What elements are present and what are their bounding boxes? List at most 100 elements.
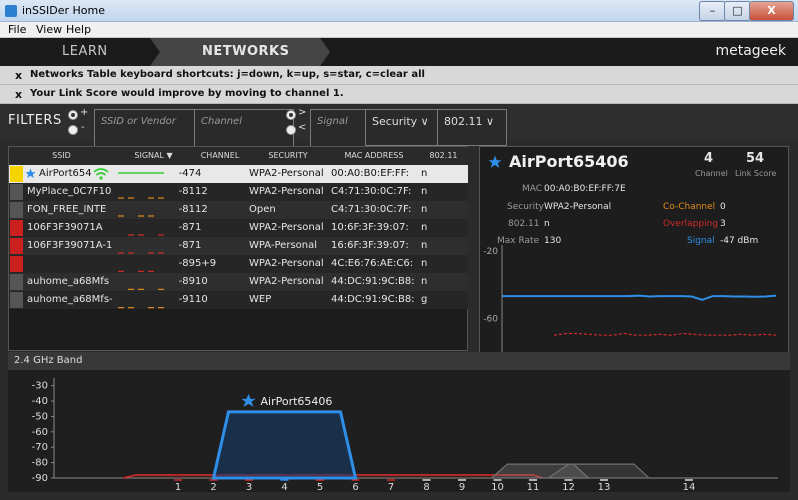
- ssid-cell: 106F3F39071A-1: [27, 240, 113, 251]
- menu-file[interactable]: File: [8, 23, 26, 36]
- security-value: WPA2-Personal: [544, 202, 612, 212]
- x-tick-label: 7: [388, 482, 394, 492]
- table-row[interactable]: auhome_a68Mfs- -91 10 WEP 44:DC:91:9C:B8: g: [9, 291, 468, 309]
- y-tick-label: -70: [32, 442, 48, 453]
- ssid-include-radio[interactable]: [68, 110, 78, 120]
- mode-label: 802.11: [444, 115, 483, 128]
- mac-cell: 44:DC:91:9C:B8:: [331, 294, 415, 305]
- security-cell: WEP: [249, 294, 272, 305]
- y-tick-label: -20: [483, 247, 498, 257]
- signal-sparkline: [118, 307, 164, 309]
- table-row[interactable]: -89 5+9 WPA2-Personal 4C:E6:76:AE:C6: n: [9, 255, 468, 273]
- ssid-cell: auhome_a68Mfs-: [27, 294, 113, 305]
- channel-cell: 1: [195, 222, 202, 233]
- mode-cell: n: [421, 186, 428, 197]
- signal-sparkline: [118, 270, 154, 272]
- security-dropdown[interactable]: Security ∨: [365, 109, 441, 146]
- signal-gt-radio[interactable]: [286, 110, 296, 120]
- menu-view[interactable]: View: [36, 23, 62, 36]
- wifi-icon: [93, 168, 109, 180]
- star-icon[interactable]: [488, 155, 502, 169]
- security-cell: WPA2-Personal: [249, 168, 324, 179]
- col-channel[interactable]: CHANNEL: [193, 147, 248, 165]
- ssid-cell: 106F3F39071A: [27, 222, 103, 233]
- notice-shortcuts: x Networks Table keyboard shortcuts: j=d…: [0, 66, 798, 85]
- mac-cell: 16:6F:3F:39:07:: [331, 240, 409, 251]
- table-row[interactable]: AirPort654 -47 4 WPA2-Personal 00:A0:B0:EF:F…: [9, 165, 468, 183]
- signal-sparkline: [118, 197, 164, 199]
- table-row[interactable]: MyPlace_0C7F10 -81 12 WPA2-Personal C4:71:30…: [9, 183, 468, 201]
- ssid-cell: FON_FREE_INTE: [27, 204, 107, 215]
- mode-value: n: [544, 219, 550, 229]
- table-row[interactable]: auhome_a68Mfs -89 10 WPA2-Personal 44:DC:91:…: [9, 273, 468, 291]
- security-cell: WPA2-Personal: [249, 276, 324, 287]
- ssid-vendor-input[interactable]: SSID or Vendor: [94, 109, 198, 148]
- mac-cell: 00:A0:B0:EF:FF:: [331, 168, 410, 179]
- y-tick-label: -50: [32, 411, 48, 422]
- security-cell: WPA2-Personal: [249, 222, 324, 233]
- col-security[interactable]: SECURITY: [247, 147, 330, 165]
- network-color-swatch: [10, 184, 23, 200]
- network-color-swatch: [10, 166, 23, 182]
- x-tick-label: 2: [210, 482, 216, 492]
- signal-input[interactable]: Signal: [310, 109, 372, 148]
- col-mode[interactable]: 802.11: [419, 147, 468, 165]
- mac-value: 00:A0:B0:EF:FF:7E: [544, 184, 626, 194]
- signal-lt-radio[interactable]: [286, 125, 296, 135]
- dismiss-notice-button[interactable]: x: [15, 88, 22, 101]
- close-button[interactable]: X: [749, 1, 794, 21]
- channel-input[interactable]: Channel: [194, 109, 294, 148]
- network-details-panel: AirPort65406 4 Channel 54 Link Score MAC…: [479, 146, 789, 353]
- filters-bar: FILTERS + - SSID or Vendor Channel > < S…: [0, 104, 798, 148]
- network-color-swatch: [10, 202, 23, 218]
- table-row[interactable]: FON_FREE_INTE -81 12 Open C4:71:30:0C:7F: n: [9, 201, 468, 219]
- mode-label: 802.11: [508, 219, 540, 229]
- band-chart: -30-40-50-60-70-80-901 2 3 4 5 6 7 8 9 10 11 12 13 14…: [32, 378, 778, 493]
- maximize-button[interactable]: □: [724, 1, 751, 21]
- network-color-swatch: [10, 292, 23, 308]
- mode-dropdown[interactable]: 802.11 ∨: [437, 109, 507, 146]
- ssid-cell: AirPort654: [39, 168, 92, 179]
- channel-band-graph: -30 -40 -50 -60 -70 -80 -90 1 2 3 4 5 6 7 8 9 10 11 12 13 14…: [8, 370, 790, 493]
- star-icon[interactable]: [25, 168, 36, 179]
- menu-help[interactable]: Help: [66, 23, 91, 36]
- security-label: Security: [507, 202, 544, 212]
- overlap-series-line: [554, 332, 777, 336]
- channel-label: Channel: [695, 169, 728, 178]
- x-tick-label: 3: [246, 482, 252, 492]
- channel-cell: 4: [195, 168, 202, 179]
- notice-text: Networks Table keyboard shortcuts: j=dow…: [30, 69, 425, 80]
- channel-cell: 1: [195, 240, 202, 251]
- signal-history-chart: -20 -60: [483, 245, 777, 352]
- network-color-swatch: [10, 256, 23, 272]
- main-nav: LEARN NETWORKS metageek: [0, 38, 798, 66]
- mode-cell: g: [421, 294, 428, 305]
- col-ssid[interactable]: SSID: [9, 147, 115, 165]
- chevron-down-icon: ∨: [486, 115, 495, 128]
- col-mac[interactable]: MAC ADDRESS: [329, 147, 420, 165]
- overlapping-label: Overlapping: [663, 219, 719, 229]
- network-color-swatch: [10, 274, 23, 290]
- tab-networks[interactable]: NETWORKS: [150, 38, 330, 66]
- channel-cell: 5+9: [195, 258, 217, 269]
- ssid-exclude-radio[interactable]: [68, 125, 78, 135]
- table-row[interactable]: 106F3F39071A-1 -87 1 WPA-Personal 16:6F:3F:3…: [9, 237, 468, 255]
- dismiss-notice-button[interactable]: x: [15, 69, 22, 82]
- security-cell: Open: [249, 204, 276, 215]
- mode-cell: n: [421, 240, 428, 251]
- x-tick-label: 11: [527, 482, 540, 492]
- y-tick-label: -40: [32, 396, 48, 407]
- minimize-button[interactable]: –: [699, 1, 726, 21]
- x-tick-label: 13: [598, 482, 611, 492]
- plus-label: +: [80, 107, 89, 118]
- filters-label: FILTERS: [8, 113, 62, 128]
- network-name: AirPort65406: [509, 152, 629, 171]
- mac-cell: C4:71:30:0C:7F:: [331, 204, 412, 215]
- col-signal[interactable]: SIGNAL ▼: [114, 147, 194, 165]
- mode-cell: n: [421, 276, 428, 287]
- channel-cell: 12: [195, 186, 208, 197]
- channel-cell: 10: [195, 276, 208, 287]
- mode-cell: n: [421, 222, 428, 233]
- y-tick-label: -30: [32, 381, 48, 392]
- table-row[interactable]: 106F3F39071A -87 1 WPA2-Personal 10:6F:3F:39…: [9, 219, 468, 237]
